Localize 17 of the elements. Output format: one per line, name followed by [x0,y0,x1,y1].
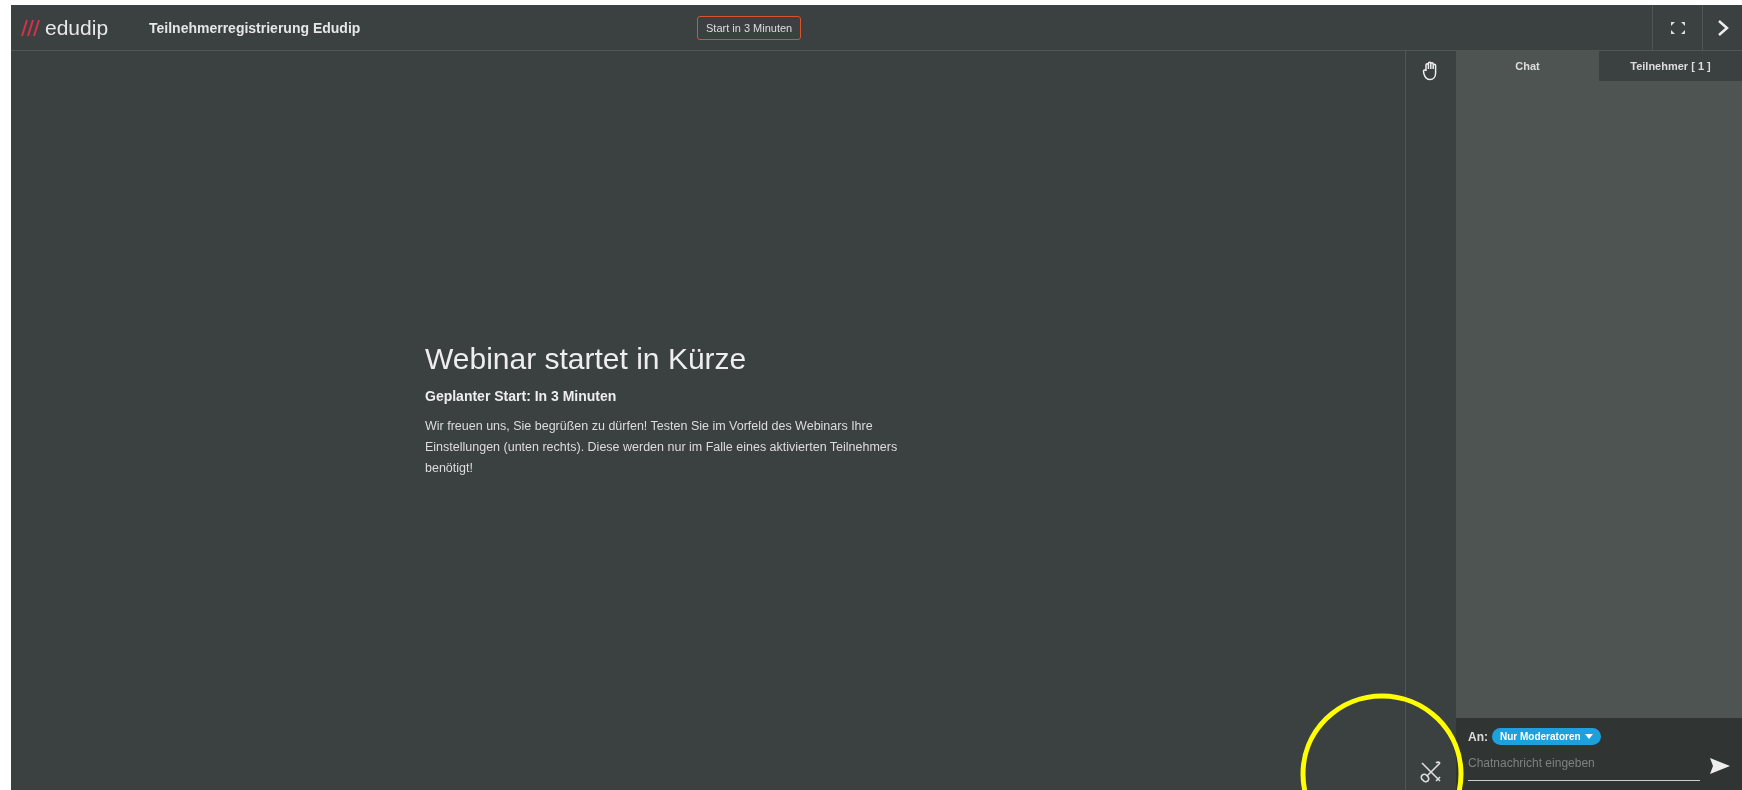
send-button[interactable] [1710,758,1730,774]
panel-tab[interactable]: Chat [1456,51,1599,81]
slashes-logo-icon [21,18,43,37]
recipient-dropdown[interactable]: Nur Moderatoren [1492,728,1601,745]
logo-wordmark: edudip [45,15,109,40]
webinar-title: Teilnehmerregistrierung Edudip [149,19,362,36]
chat-input-field[interactable]: Chatnachricht eingeben [1468,751,1700,781]
stage-heading: Webinar startet in Kürze [425,342,748,376]
recipient-label: An: [1468,729,1488,744]
fullscreen-icon [1669,20,1686,35]
chevron-right-icon [1716,18,1729,37]
panel-tab[interactable]: Teilnehmer [ 1 ] [1599,51,1742,81]
caret-icon [1584,734,1593,739]
welcome-message: Wir freuen uns, Sie begrüßen zu dürfen! Testen Sie im Vorfeld des Webinars Ihre Einstellungen (unten rechts). Diese werden nur im Falle eines aktivierten Teilnehmers benötigt! [425,418,899,477]
send-icon [1710,758,1730,774]
countdown-badge: Start in 3 Minuten [697,15,802,40]
scheduled-start: Geplanter Start: In 3 Minuten [425,388,618,404]
